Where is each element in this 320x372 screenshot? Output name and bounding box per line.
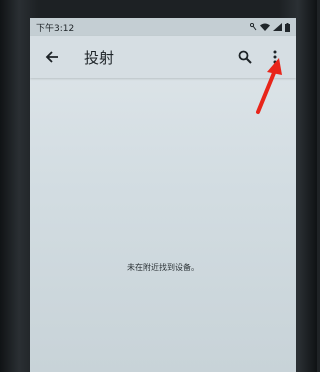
arrow-back-icon xyxy=(45,51,58,63)
status-bar: 下午3:12 xyxy=(30,18,296,36)
wifi-icon xyxy=(260,23,270,31)
signal-icon xyxy=(273,23,282,31)
more-vert-icon xyxy=(273,50,277,64)
search-icon xyxy=(238,50,252,64)
back-button[interactable] xyxy=(34,36,70,78)
phone-screen: 下午3:12 投射 未在附近找到设备。 xyxy=(30,18,296,372)
status-icons xyxy=(250,22,290,32)
status-time: 下午3:12 xyxy=(36,23,75,34)
app-bar: 投射 xyxy=(30,36,296,78)
empty-state-message: 未在附近找到设备。 xyxy=(127,263,199,272)
key-icon xyxy=(250,23,257,31)
search-button[interactable] xyxy=(230,36,260,78)
more-options-button[interactable] xyxy=(260,36,290,78)
battery-icon xyxy=(285,22,290,32)
page-title: 投射 xyxy=(84,48,115,67)
